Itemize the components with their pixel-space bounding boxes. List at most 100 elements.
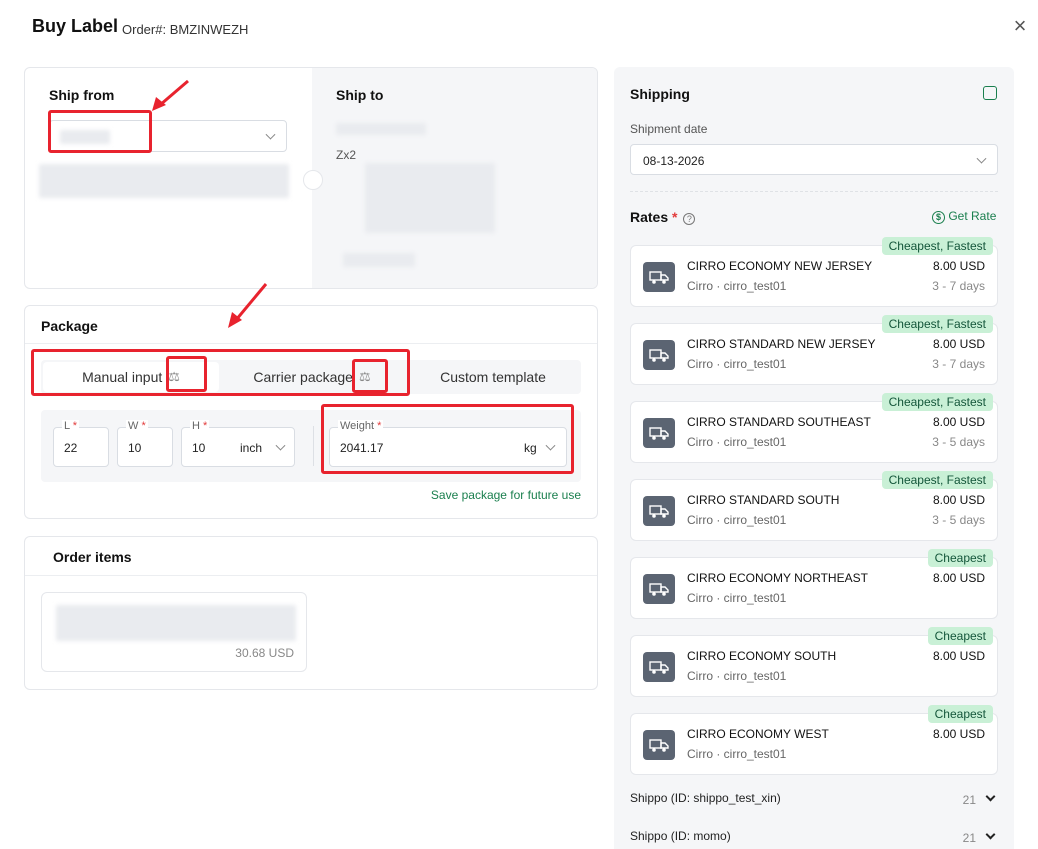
annotation-arrow	[152, 79, 189, 111]
package-label: Package	[41, 318, 98, 334]
rate-price: 8.00 USD	[932, 649, 985, 663]
save-package-link[interactable]: Save package for future use	[431, 488, 581, 502]
divider	[313, 426, 314, 466]
chevron-down-icon	[976, 153, 987, 164]
rate-price: 8.00 USD	[932, 337, 985, 351]
address-panel: Ship from Ship to Zx2	[24, 67, 598, 289]
rate-service-name: CIRRO STANDARD SOUTHEAST	[687, 415, 871, 429]
carrier-account-row[interactable]: Shippo (ID: shippo_test_xin) 21	[630, 791, 998, 811]
length-input[interactable]: L * 22	[53, 420, 109, 467]
item-price: 30.68 USD	[235, 646, 294, 660]
swap-icon[interactable]	[303, 170, 323, 190]
rate-carrier: Cirro · cirro_test01	[687, 591, 787, 605]
truck-icon	[643, 340, 675, 370]
scale-icon: ⚖	[358, 369, 371, 384]
divider	[25, 343, 597, 344]
package-panel: Package Manual input ⚖ Carrier package ⚖…	[24, 305, 598, 519]
order-items-panel: Order items 30.68 USD	[24, 536, 598, 690]
truck-icon	[643, 652, 675, 682]
weight-input[interactable]: Weight * 2041.17 kg	[329, 420, 567, 467]
ship-from-label: Ship from	[49, 87, 115, 103]
redacted-address	[365, 163, 495, 233]
rate-carrier: Cirro · cirro_test01	[687, 669, 787, 683]
help-icon[interactable]: ?	[683, 213, 696, 225]
rate-badge: Cheapest, Fastest	[881, 237, 993, 255]
rate-price: 8.00 USD	[932, 493, 985, 507]
tab-manual-input[interactable]: Manual input ⚖	[43, 362, 219, 392]
rate-carrier: Cirro · cirro_test01	[687, 513, 787, 527]
divider	[25, 575, 597, 576]
rate-badge: Cheapest	[927, 705, 993, 723]
rates-label: Rates * ?	[630, 209, 696, 225]
rate-badge: Cheapest, Fastest	[881, 471, 993, 489]
rate-carrier: Cirro · cirro_test01	[687, 747, 787, 761]
tab-custom-template[interactable]: Custom template	[405, 362, 581, 392]
chevron-down-icon	[545, 440, 556, 451]
truck-icon	[643, 730, 675, 760]
dimension-unit-select[interactable]: inch	[240, 441, 262, 455]
rate-transit-days: 3 - 7 days	[932, 357, 985, 371]
truck-icon	[643, 574, 675, 604]
height-input[interactable]: H * 10 inch	[181, 420, 295, 467]
scale-icon: ⚖	[168, 369, 180, 384]
rate-service-name: CIRRO ECONOMY WEST	[687, 727, 829, 741]
rate-option[interactable]: CIRRO ECONOMY NEW JERSEY Cirro · cirro_te…	[630, 237, 998, 307]
order-item-card[interactable]: 30.68 USD	[41, 592, 307, 672]
rate-option[interactable]: CIRRO ECONOMY WEST Cirro · cirro_test01 8.…	[630, 705, 998, 775]
rate-option[interactable]: CIRRO STANDARD SOUTH Cirro · cirro_test01…	[630, 471, 998, 541]
chevron-down-icon	[985, 791, 996, 802]
rate-transit-days: 3 - 7 days	[932, 279, 985, 293]
rate-price: 8.00 USD	[932, 571, 985, 585]
close-icon[interactable]: ×	[1008, 14, 1032, 38]
divider	[630, 191, 998, 192]
redacted-address	[336, 123, 426, 135]
redacted-address	[39, 164, 289, 198]
order-number: Order#: BMZINWEZH	[122, 22, 249, 37]
dollar-icon: $	[932, 211, 945, 224]
rate-transit-days: 3 - 5 days	[932, 435, 985, 449]
ship-to-partial: Zx2	[336, 148, 357, 162]
ship-from-select[interactable]	[49, 120, 287, 152]
redacted-address	[60, 130, 110, 144]
carrier-account-row[interactable]: Shippo (ID: momo) 21	[630, 829, 998, 849]
rate-badge: Cheapest	[927, 627, 993, 645]
rate-carrier: Cirro · cirro_test01	[687, 279, 787, 293]
truck-icon	[643, 262, 675, 292]
rate-price: 8.00 USD	[932, 727, 985, 741]
rate-service-name: CIRRO ECONOMY NORTHEAST	[687, 571, 868, 585]
rate-option[interactable]: CIRRO STANDARD NEW JERSEY Cirro · cirro_t…	[630, 315, 998, 385]
rate-carrier: Cirro · cirro_test01	[687, 357, 787, 371]
rate-service-name: CIRRO STANDARD NEW JERSEY	[687, 337, 876, 351]
shipping-label: Shipping	[630, 86, 690, 102]
rate-option[interactable]: CIRRO STANDARD SOUTHEAST Cirro · cirro_te…	[630, 393, 998, 463]
rate-option[interactable]: CIRRO ECONOMY SOUTH Cirro · cirro_test01 8…	[630, 627, 998, 697]
rate-badge: Cheapest	[927, 549, 993, 567]
width-input[interactable]: W * 10	[117, 420, 173, 467]
rate-price: 8.00 USD	[932, 259, 985, 273]
truck-icon	[643, 496, 675, 526]
rate-carrier: Cirro · cirro_test01	[687, 435, 787, 449]
rate-service-name: CIRRO ECONOMY SOUTH	[687, 649, 837, 663]
tab-carrier-package[interactable]: Carrier package ⚖	[223, 362, 401, 392]
rate-badge: Cheapest, Fastest	[881, 315, 993, 333]
dialog-title: Buy Label	[32, 16, 119, 36]
truck-icon	[643, 418, 675, 448]
rate-option[interactable]: CIRRO ECONOMY NORTHEAST Cirro · cirro_tes…	[630, 549, 998, 619]
chevron-down-icon	[265, 129, 276, 140]
redacted-address	[343, 253, 415, 267]
rate-service-name: CIRRO STANDARD SOUTH	[687, 493, 840, 507]
weight-unit-select[interactable]: kg	[524, 441, 537, 455]
shipment-date-select[interactable]: 08-13-2026	[630, 144, 998, 175]
get-rate-button[interactable]: $ Get Rate	[932, 209, 996, 224]
rate-badge: Cheapest, Fastest	[881, 393, 993, 411]
shipment-date-label: Shipment date	[630, 122, 708, 136]
chevron-down-icon	[985, 829, 996, 840]
rate-service-name: CIRRO ECONOMY NEW JERSEY	[687, 259, 873, 273]
rate-price: 8.00 USD	[932, 415, 985, 429]
annotation-arrow	[228, 283, 268, 328]
redacted-product	[56, 605, 296, 641]
order-items-label: Order items	[53, 549, 132, 565]
chevron-down-icon	[275, 440, 286, 451]
rate-transit-days: 3 - 5 days	[932, 513, 985, 527]
edit-icon[interactable]	[983, 86, 997, 100]
